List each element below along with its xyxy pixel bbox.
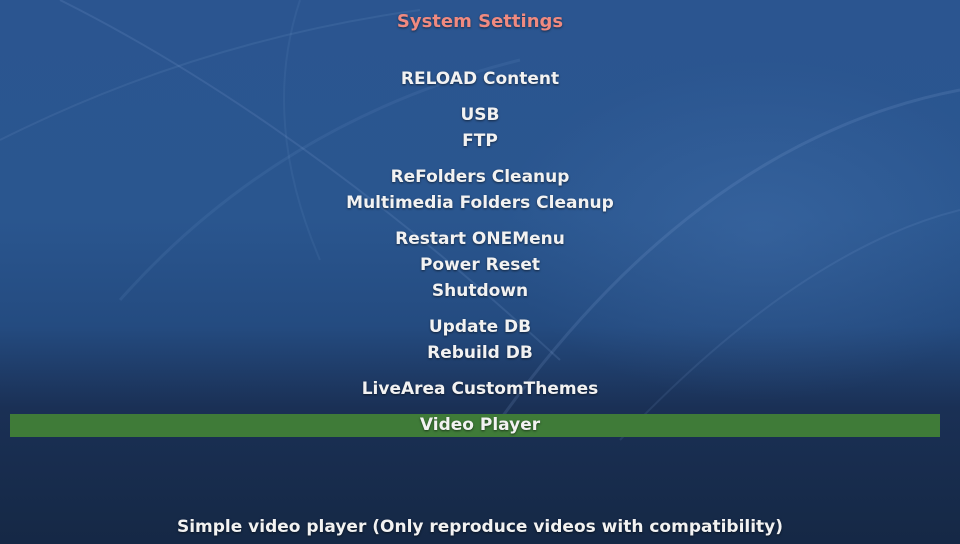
screen-title: System Settings [396, 11, 564, 32]
menu-item-rebuild-db[interactable]: Rebuild DB [0, 342, 960, 364]
item-description: Simple video player (Only reproduce vide… [176, 517, 784, 537]
menu-item-multimedia-folders-cleanup[interactable]: Multimedia Folders Cleanup [0, 192, 960, 214]
menu-item-update-db[interactable]: Update DB [0, 316, 960, 338]
menu-item-reload-content[interactable]: RELOAD Content [0, 68, 960, 90]
menu-item-power-reset[interactable]: Power Reset [0, 254, 960, 276]
menu-item-refolders-cleanup[interactable]: ReFolders Cleanup [0, 166, 960, 188]
menu-item-usb[interactable]: USB [0, 104, 960, 126]
menu-item-shutdown[interactable]: Shutdown [0, 280, 960, 302]
menu-item-ftp[interactable]: FTP [0, 130, 960, 152]
menu-item-video-player[interactable]: Video Player [0, 414, 960, 436]
menu-item-restart-onemenu[interactable]: Restart ONEMenu [0, 228, 960, 250]
menu-item-livearea-customthemes[interactable]: LiveArea CustomThemes [0, 378, 960, 400]
